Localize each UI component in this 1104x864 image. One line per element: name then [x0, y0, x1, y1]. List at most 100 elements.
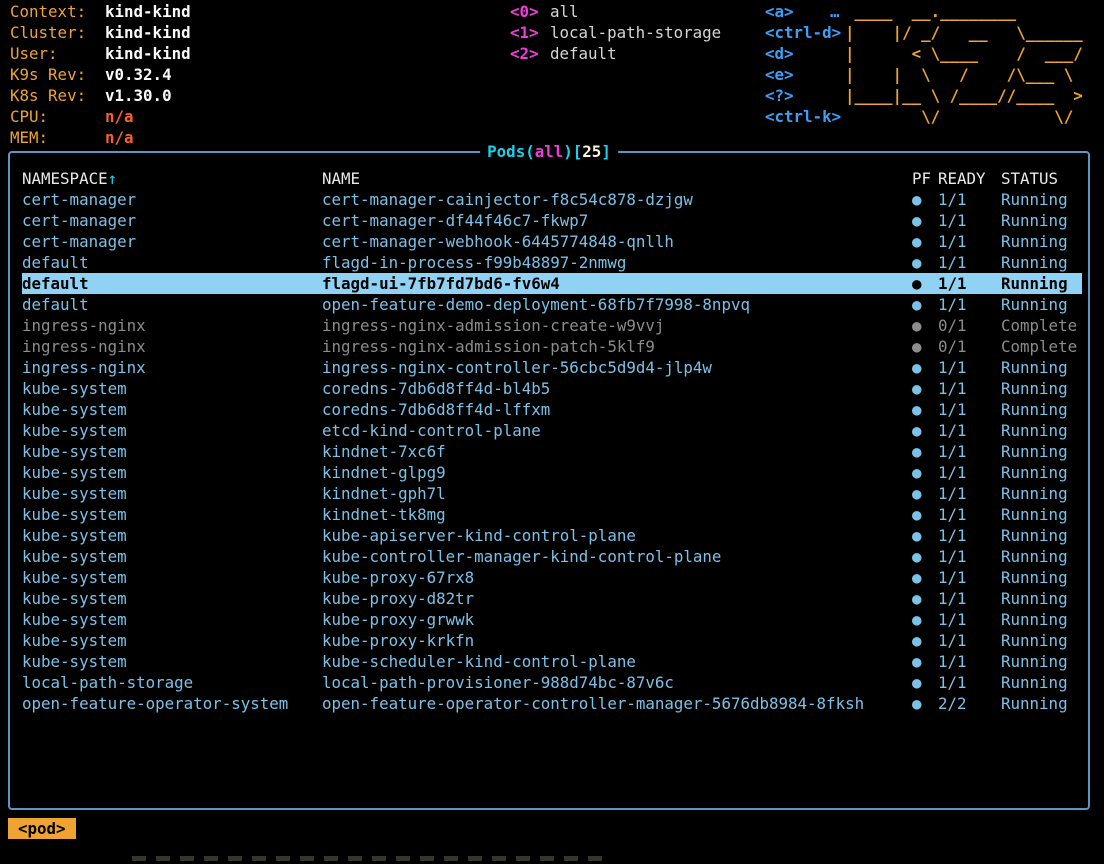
pod-name: open-feature-operator-controller-manager…	[322, 693, 910, 714]
pod-row[interactable]: ingress-nginx ingress-nginx-admission-pa…	[22, 336, 1082, 357]
pods-table-body: cert-manager cert-manager-cainjector-f8c…	[22, 189, 1082, 714]
table-header: NAMESPACE↑ NAME PF READY STATUS	[22, 168, 1082, 189]
namespace-hotkey[interactable]: <1>local-path-storage	[510, 22, 721, 43]
pod-row[interactable]: open-feature-operator-system open-featur…	[22, 693, 1082, 714]
pod-row[interactable]: kube-system kube-proxy-67rx8 ● 1/1 Runni…	[22, 567, 1082, 588]
pod-status: Running	[1001, 231, 1082, 252]
pod-row[interactable]: kube-system kube-proxy-krkfn ● 1/1 Runni…	[22, 630, 1082, 651]
column-name: NAME	[322, 168, 910, 189]
pod-row[interactable]: kube-system coredns-7db6d8ff4d-bl4b5 ● 1…	[22, 378, 1082, 399]
pod-count: 25	[582, 142, 601, 161]
hotkey-key: <0>	[510, 1, 550, 22]
pf-bullet-icon: ●	[910, 504, 938, 525]
pod-ready: 1/1	[938, 231, 1001, 252]
action-hotkey[interactable]: <?>	[765, 85, 840, 106]
cluster-info-row: Cluster:kind-kind	[10, 22, 191, 43]
pod-ready: 1/1	[938, 420, 1001, 441]
pod-ready: 1/1	[938, 189, 1001, 210]
pod-name: flagd-in-process-f99b48897-2nmwg	[322, 252, 910, 273]
pod-status: Running	[1001, 651, 1082, 672]
pod-row[interactable]: kube-system kindnet-gph7l ● 1/1 Running	[22, 483, 1082, 504]
pod-namespace: kube-system	[22, 567, 322, 588]
action-hotkey[interactable]: <ctrl-d>	[765, 22, 840, 43]
pod-namespace: kube-system	[22, 462, 322, 483]
pod-ready: 1/1	[938, 672, 1001, 693]
namespace-hotkey[interactable]: <0>all	[510, 1, 721, 22]
pod-row[interactable]: kube-system kindnet-tk8mg ● 1/1 Running	[22, 504, 1082, 525]
pod-row[interactable]: kube-system kube-scheduler-kind-control-…	[22, 651, 1082, 672]
pod-name: cert-manager-webhook-6445774848-qnllh	[322, 231, 910, 252]
pod-status: Running	[1001, 294, 1082, 315]
pod-name: cert-manager-cainjector-f8c54c878-dzjgw	[322, 189, 910, 210]
pod-row[interactable]: cert-manager cert-manager-webhook-644577…	[22, 231, 1082, 252]
pod-row[interactable]: kube-system kindnet-glpg9 ● 1/1 Running	[22, 462, 1082, 483]
pod-row[interactable]: default flagd-ui-7fb7fd7bd6-fv6w4 ● 1/1 …	[22, 273, 1082, 294]
cluster-info-row: CPU:n/a	[10, 106, 191, 127]
pod-name: ingress-nginx-admission-patch-5klf9	[322, 336, 910, 357]
pod-ready: 1/1	[938, 630, 1001, 651]
pod-row[interactable]: kube-system kube-proxy-grwwk ● 1/1 Runni…	[22, 609, 1082, 630]
pod-status: Running	[1001, 672, 1082, 693]
pod-status: Running	[1001, 210, 1082, 231]
action-hotkey[interactable]: <a>…	[765, 1, 840, 22]
pod-name: kube-scheduler-kind-control-plane	[322, 651, 910, 672]
title-separator: )[	[563, 142, 582, 161]
pf-bullet-icon: ●	[910, 567, 938, 588]
pod-status: Running	[1001, 189, 1082, 210]
pod-row[interactable]: kube-system etcd-kind-control-plane ● 1/…	[22, 420, 1082, 441]
pod-ready: 1/1	[938, 462, 1001, 483]
pod-row[interactable]: ingress-nginx ingress-nginx-controller-5…	[22, 357, 1082, 378]
title-resource: Pods(	[487, 142, 535, 161]
pod-namespace: kube-system	[22, 525, 322, 546]
pod-row[interactable]: kube-system kube-controller-manager-kind…	[22, 546, 1082, 567]
namespace-hotkey[interactable]: <2>default	[510, 43, 721, 64]
info-label: Cluster:	[10, 22, 105, 43]
pod-status: Running	[1001, 693, 1082, 714]
title-filter: all	[535, 142, 564, 161]
pod-row[interactable]: kube-system coredns-7db6d8ff4d-lffxm ● 1…	[22, 399, 1082, 420]
pod-row[interactable]: default flagd-in-process-f99b48897-2nmwg…	[22, 252, 1082, 273]
pod-status: Running	[1001, 630, 1082, 651]
pod-name: kindnet-glpg9	[322, 462, 910, 483]
pod-namespace: ingress-nginx	[22, 336, 322, 357]
pod-name: local-path-provisioner-988d74bc-87v6c	[322, 672, 910, 693]
pod-ready: 1/1	[938, 546, 1001, 567]
hotkey-key: <e>	[765, 64, 830, 85]
pod-row[interactable]: local-path-storage local-path-provisione…	[22, 672, 1082, 693]
pod-ready: 1/1	[938, 441, 1001, 462]
pod-ready: 1/1	[938, 252, 1001, 273]
action-hotkey[interactable]: <ctrl-k>	[765, 106, 840, 127]
pod-namespace: kube-system	[22, 420, 322, 441]
pod-row[interactable]: kube-system kube-proxy-d82tr ● 1/1 Runni…	[22, 588, 1082, 609]
hotkey-label: all	[550, 2, 579, 21]
info-value: n/a	[105, 128, 134, 147]
logo-line: | < \____ / ___/	[845, 43, 1083, 64]
action-hotkey[interactable]: <e>	[765, 64, 840, 85]
title-bracket: ]	[601, 142, 611, 161]
pod-namespace: kube-system	[22, 546, 322, 567]
pod-row[interactable]: ingress-nginx ingress-nginx-admission-cr…	[22, 315, 1082, 336]
pod-row[interactable]: cert-manager cert-manager-cainjector-f8c…	[22, 189, 1082, 210]
pod-namespace: ingress-nginx	[22, 315, 322, 336]
info-value: kind-kind	[105, 2, 191, 21]
pod-status: Running	[1001, 567, 1082, 588]
pod-name: kube-apiserver-kind-control-plane	[322, 525, 910, 546]
action-hotkey[interactable]: <d>	[765, 43, 840, 64]
pod-ready: 1/1	[938, 588, 1001, 609]
breadcrumb-pod[interactable]: <pod>	[8, 818, 76, 839]
pod-name: kube-proxy-67rx8	[322, 567, 910, 588]
pod-row[interactable]: cert-manager cert-manager-df44f46c7-fkwp…	[22, 210, 1082, 231]
pods-table-frame: Pods(all)[25] NAMESPACE↑ NAME PF READY S…	[8, 151, 1090, 810]
pod-name: ingress-nginx-admission-create-w9vvj	[322, 315, 910, 336]
pod-name: kube-controller-manager-kind-control-pla…	[322, 546, 910, 567]
pod-status: Running	[1001, 399, 1082, 420]
logo-line: \/ \/	[845, 106, 1083, 127]
k9s-logo: ____ __.________| |/ _/ __ \______| < \_…	[845, 1, 1083, 127]
pod-row[interactable]: kube-system kindnet-7xc6f ● 1/1 Running	[22, 441, 1082, 462]
pod-ready: 1/1	[938, 525, 1001, 546]
pod-ready: 1/1	[938, 357, 1001, 378]
pod-namespace: kube-system	[22, 609, 322, 630]
pod-row[interactable]: kube-system kube-apiserver-kind-control-…	[22, 525, 1082, 546]
pod-status: Running	[1001, 546, 1082, 567]
pod-row[interactable]: default open-feature-demo-deployment-68f…	[22, 294, 1082, 315]
